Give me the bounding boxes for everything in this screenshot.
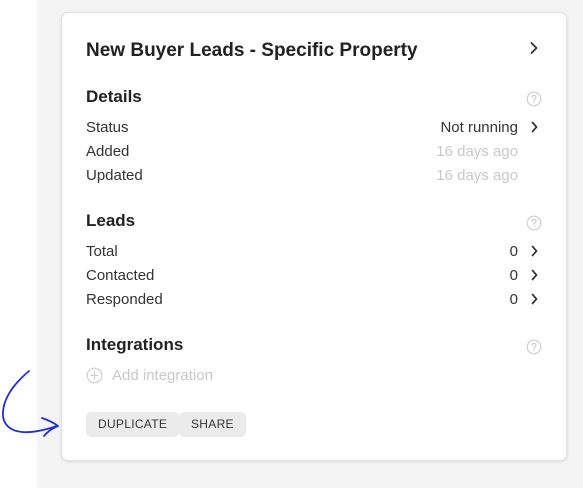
add-integration-label: Add integration: [112, 366, 213, 384]
contacted-label: Contacted: [86, 267, 155, 284]
campaign-card: New Buyer Leads - Specific Property Deta…: [61, 12, 567, 461]
total-value[interactable]: 0: [510, 243, 518, 260]
duplicate-button[interactable]: DUPLICATE: [86, 412, 180, 437]
help-icon[interactable]: [526, 339, 542, 355]
updated-value: 16 days ago: [436, 167, 518, 184]
chevron-right-icon[interactable]: [529, 245, 540, 257]
updated-label: Updated: [86, 167, 143, 184]
add-integration-button[interactable]: Add integration: [86, 365, 213, 385]
contacted-value[interactable]: 0: [510, 267, 518, 284]
help-icon[interactable]: [526, 91, 542, 107]
leads-header: Leads: [86, 211, 136, 230]
details-header: Details: [86, 87, 142, 106]
responded-value[interactable]: 0: [510, 291, 518, 308]
status-value[interactable]: Not running: [440, 119, 518, 136]
plus-circle-icon: [86, 367, 103, 383]
chevron-right-icon[interactable]: [527, 41, 541, 55]
integrations-header: Integrations: [86, 335, 184, 354]
added-label: Added: [86, 143, 130, 160]
card-title[interactable]: New Buyer Leads - Specific Property: [86, 40, 418, 62]
total-label: Total: [86, 243, 118, 260]
chevron-right-icon[interactable]: [529, 269, 540, 281]
added-value: 16 days ago: [436, 143, 518, 160]
chevron-right-icon[interactable]: [529, 121, 540, 133]
chevron-right-icon[interactable]: [529, 293, 540, 305]
help-icon[interactable]: [526, 215, 542, 231]
hand-drawn-arrow: [2, 370, 59, 437]
share-button[interactable]: SHARE: [179, 412, 246, 437]
responded-label: Responded: [86, 291, 163, 308]
status-label: Status: [86, 119, 129, 136]
